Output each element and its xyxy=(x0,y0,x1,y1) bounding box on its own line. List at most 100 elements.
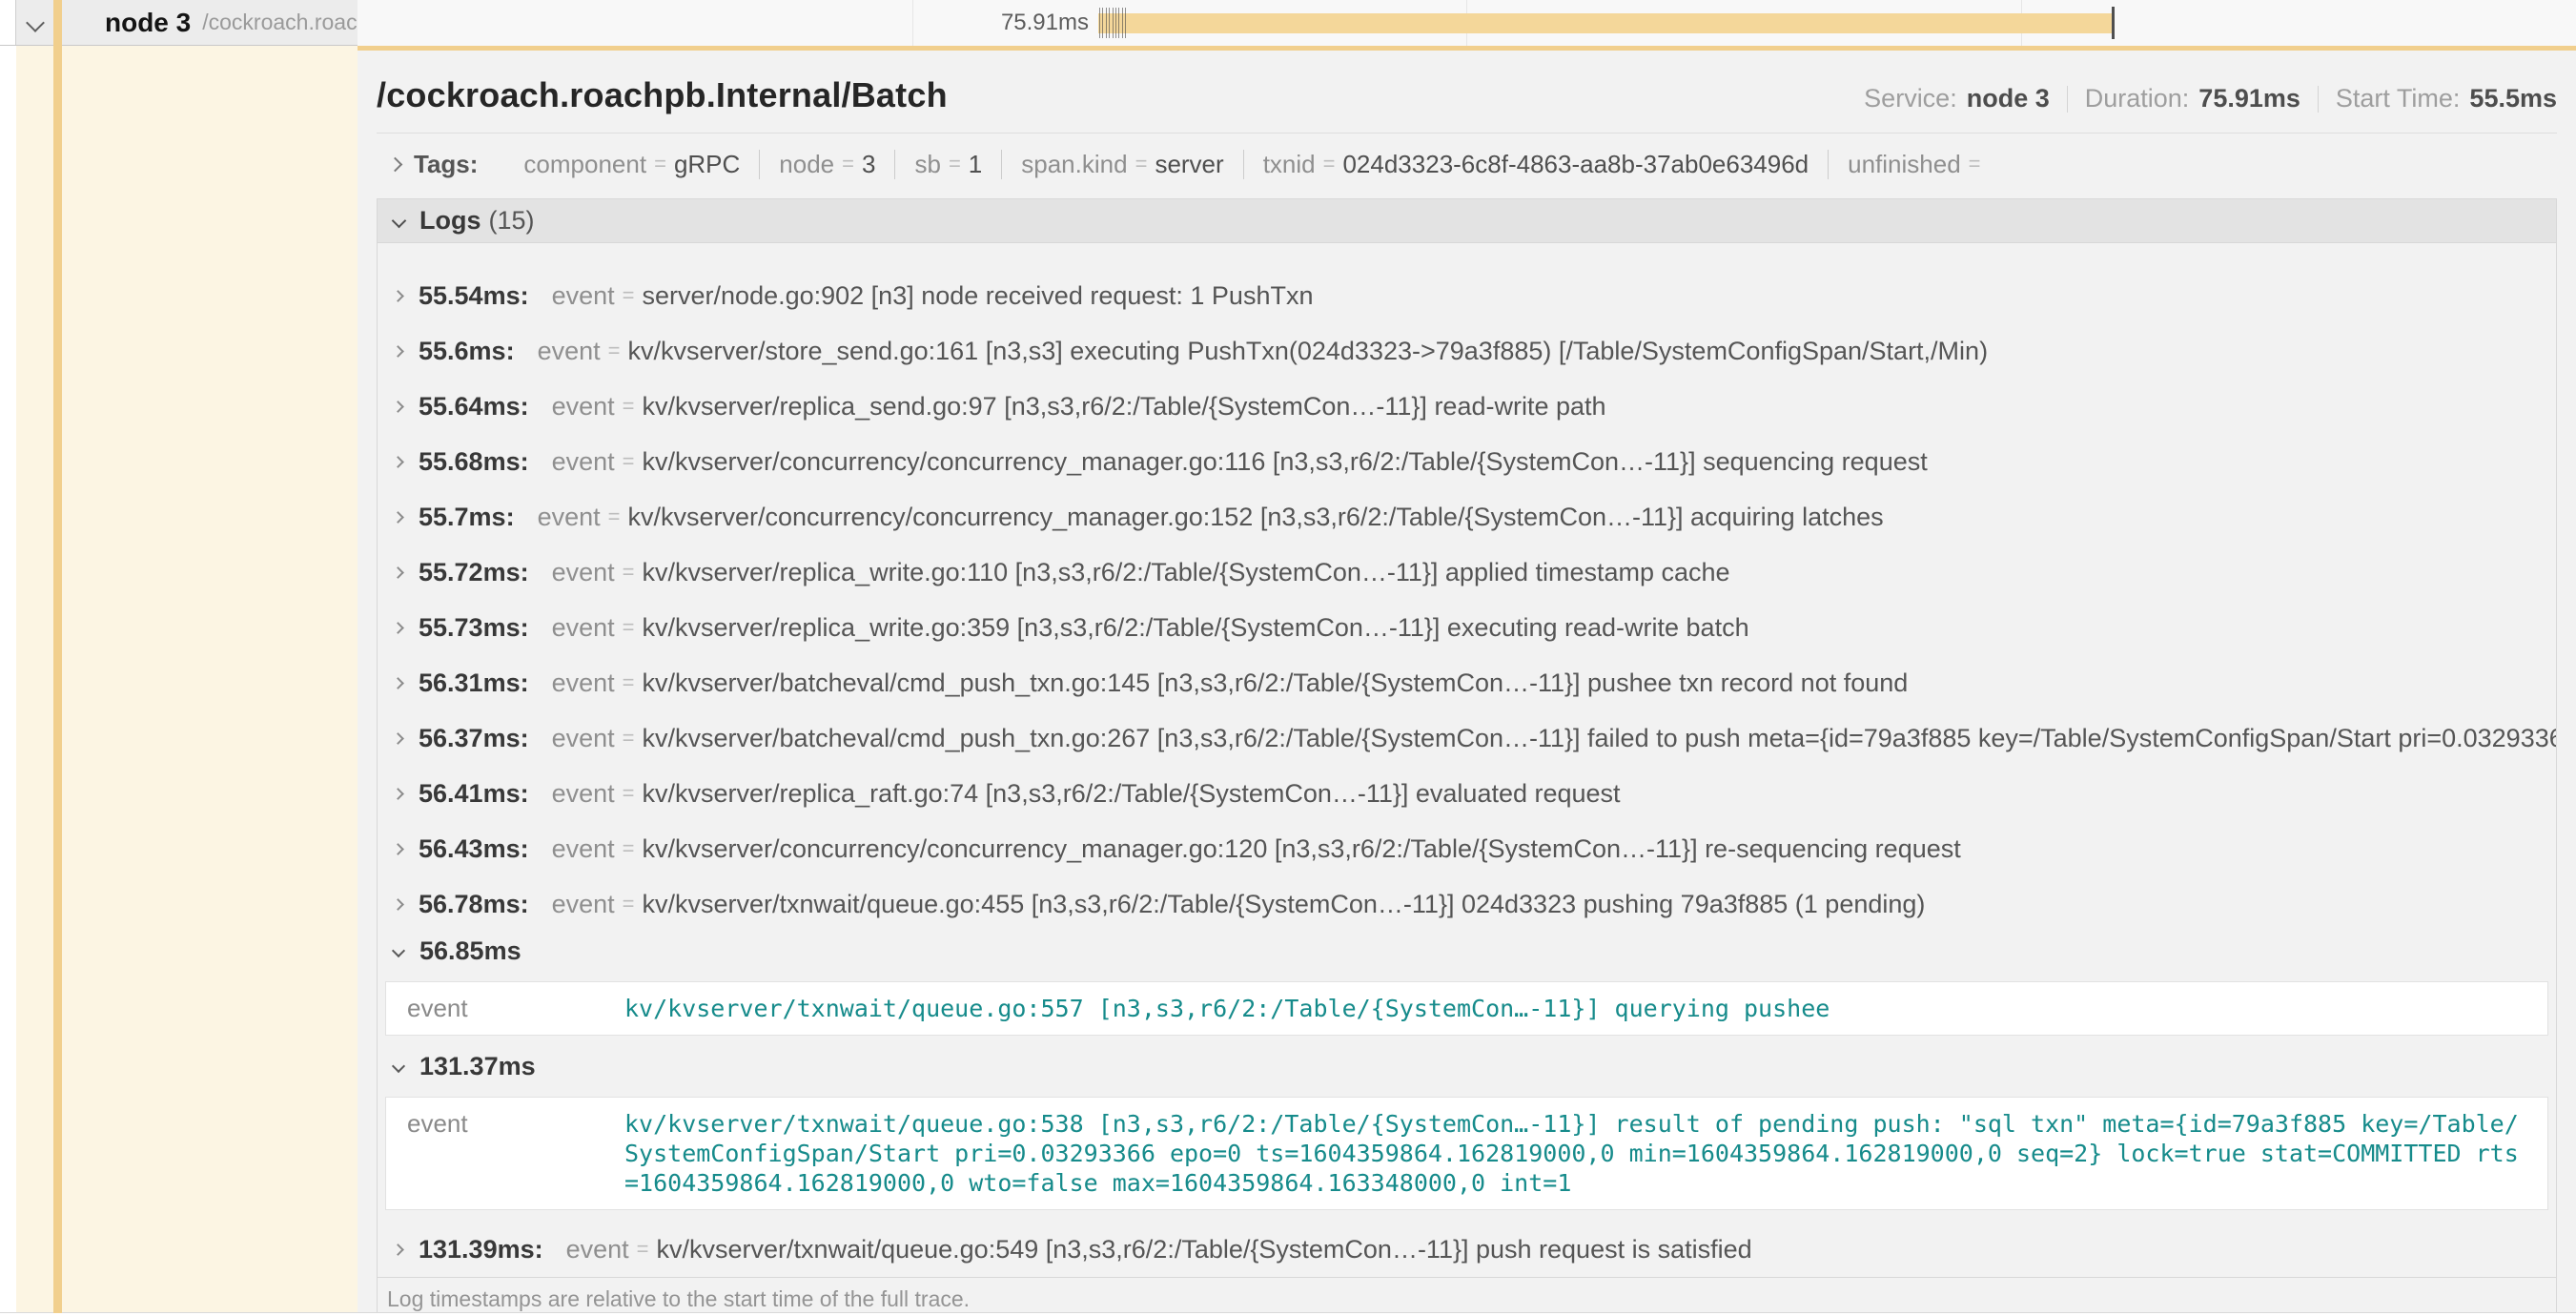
chevron-down-icon[interactable] xyxy=(392,1059,405,1073)
log-key-value-table: eventkv/kvserver/txnwait/queue.go:538 [n… xyxy=(385,1097,2548,1210)
log-tick-marker xyxy=(1106,8,1107,38)
service-value: node 3 xyxy=(1967,84,2050,113)
chevron-down-icon[interactable] xyxy=(392,214,407,229)
equals-sign: = xyxy=(623,670,635,695)
log-timestamp: 55.64ms: xyxy=(419,392,529,422)
log-field-key: event xyxy=(538,337,601,366)
log-field-value: server/node.go:902 [n3] node received re… xyxy=(643,281,1314,311)
log-field-key: event xyxy=(552,558,615,587)
chevron-right-icon[interactable] xyxy=(392,401,404,413)
equals-sign: = xyxy=(623,283,635,308)
tag-key: component xyxy=(523,150,646,179)
equals-sign: = xyxy=(623,449,635,474)
key-value-key: event xyxy=(386,1098,624,1209)
log-entry-row[interactable]: 55.73ms:event=kv/kvserver/replica_write.… xyxy=(378,600,2556,655)
chevron-right-icon[interactable] xyxy=(392,843,404,855)
log-field-key: event xyxy=(552,779,615,809)
log-field-value: kv/kvserver/concurrency/concurrency_mana… xyxy=(643,834,1961,864)
log-entry-row[interactable]: 56.31ms:event=kv/kvserver/batcheval/cmd_… xyxy=(378,655,2556,710)
detail-header: /cockroach.roachpb.Internal/Batch Servic… xyxy=(377,75,2557,115)
span-operation-title: /cockroach.roachpb.Internal/Batch xyxy=(377,75,948,115)
span-name-cell[interactable]: node 3 /cockroach.roach… xyxy=(16,0,358,45)
log-entry-row[interactable]: 55.7ms:event=kv/kvserver/concurrency/con… xyxy=(378,489,2556,545)
log-field-key: event xyxy=(552,834,615,864)
meta-divider xyxy=(2318,86,2319,113)
tag-item: txnid=024d3323-6c8f-4863-aa8b-37ab0e6349… xyxy=(1244,150,1829,179)
chevron-right-icon[interactable] xyxy=(392,677,404,689)
log-entry-row[interactable]: 55.72ms:event=kv/kvserver/replica_write.… xyxy=(378,545,2556,600)
span-end-log-marker xyxy=(2112,7,2115,39)
span-meta: Service: node 3 Duration: 75.91ms Start … xyxy=(1864,84,2557,113)
logs-footer-note: Log timestamps are relative to the start… xyxy=(378,1277,2556,1312)
tag-item: component=gRPC xyxy=(504,150,760,179)
equals-sign: = xyxy=(623,615,635,640)
log-field-key: event xyxy=(552,890,615,919)
span-duration-bar[interactable] xyxy=(1098,13,2115,33)
log-entry-row[interactable]: 56.41ms:event=kv/kvserver/replica_raft.g… xyxy=(378,766,2556,821)
log-entry-row[interactable]: 55.54ms:event=server/node.go:902 [n3] no… xyxy=(378,268,2556,323)
log-tick-marker xyxy=(1113,8,1114,38)
equals-sign: = xyxy=(623,781,635,806)
log-timestamp: 55.73ms: xyxy=(419,613,529,643)
logs-header[interactable]: Logs (15) xyxy=(378,199,2556,243)
log-entry-row-expanded[interactable]: 56.85ms xyxy=(378,932,2556,970)
meta-divider xyxy=(2067,86,2068,113)
chevron-down-icon[interactable] xyxy=(392,944,405,957)
log-field-value: kv/kvserver/replica_send.go:97 [n3,s3,r6… xyxy=(643,392,1606,422)
tags-label: Tags: xyxy=(414,150,478,179)
tag-item: sb=1 xyxy=(895,150,1002,179)
log-entry-row[interactable]: 55.64ms:event=kv/kvserver/replica_send.g… xyxy=(378,379,2556,434)
log-tick-marker xyxy=(1118,8,1119,38)
log-field-value: kv/kvserver/store_send.go:161 [n3,s3] ex… xyxy=(628,337,1989,366)
span-service-name: node 3 xyxy=(105,8,191,38)
tag-value: 024d3323-6c8f-4863-aa8b-37ab0e63496d xyxy=(1342,150,1809,179)
log-field-value: kv/kvserver/replica_raft.go:74 [n3,s3,r6… xyxy=(643,779,1621,809)
duration-value: 75.91ms xyxy=(2198,84,2300,113)
equals-sign: = xyxy=(1135,152,1148,176)
equals-sign: = xyxy=(1323,152,1336,176)
header-divider xyxy=(377,133,2557,134)
log-entry-row[interactable]: 55.6ms:event=kv/kvserver/store_send.go:1… xyxy=(378,323,2556,379)
log-timestamp: 56.31ms: xyxy=(419,668,529,698)
tags-accordian[interactable]: Tags: component=gRPCnode=3sb=1span.kind=… xyxy=(377,145,2557,183)
span-duration-label: 75.91ms xyxy=(1001,10,1089,36)
log-entry-row[interactable]: 55.68ms:event=kv/kvserver/concurrency/co… xyxy=(378,434,2556,489)
log-field-value: kv/kvserver/replica_write.go:110 [n3,s3,… xyxy=(643,558,1730,587)
equals-sign: = xyxy=(623,892,635,916)
chevron-right-icon[interactable] xyxy=(388,156,403,172)
span-row: node 3 /cockroach.roach… 75.91ms xyxy=(0,0,2576,46)
log-entry-row[interactable]: 56.78ms:event=kv/kvserver/txnwait/queue.… xyxy=(378,876,2556,932)
log-tick-marker xyxy=(1109,8,1110,38)
log-field-value: kv/kvserver/concurrency/concurrency_mana… xyxy=(628,503,1884,532)
log-field-key: event xyxy=(552,281,615,311)
tag-value: 3 xyxy=(862,150,875,179)
equals-sign: = xyxy=(1969,152,1981,176)
start-time-value: 55.5ms xyxy=(2469,84,2557,113)
log-timestamp: 131.37ms xyxy=(419,1052,536,1081)
duration-label: Duration: xyxy=(2085,84,2190,113)
tag-value: server xyxy=(1155,150,1223,179)
chevron-right-icon[interactable] xyxy=(392,732,404,745)
tag-value: gRPC xyxy=(674,150,740,179)
equals-sign: = xyxy=(637,1237,649,1262)
log-entry-row[interactable]: 56.37ms:event=kv/kvserver/batcheval/cmd_… xyxy=(378,710,2556,766)
chevron-right-icon[interactable] xyxy=(392,290,404,302)
log-entry-row-expanded[interactable]: 131.37ms xyxy=(378,1047,2556,1085)
log-field-key: event xyxy=(566,1235,629,1265)
chevron-right-icon[interactable] xyxy=(392,456,404,468)
chevron-right-icon[interactable] xyxy=(392,345,404,358)
chevron-right-icon[interactable] xyxy=(392,622,404,634)
chevron-right-icon[interactable] xyxy=(392,1244,404,1256)
span-indent-column xyxy=(16,46,358,1312)
chevron-right-icon[interactable] xyxy=(392,788,404,800)
log-entry-row[interactable]: 131.39ms:event=kv/kvserver/txnwait/queue… xyxy=(378,1222,2556,1277)
chevron-right-icon[interactable] xyxy=(392,898,404,911)
chevron-down-icon[interactable] xyxy=(26,13,45,32)
log-entry-row[interactable]: 56.43ms:event=kv/kvserver/concurrency/co… xyxy=(378,821,2556,876)
log-field-key: event xyxy=(552,668,615,698)
log-tick-marker xyxy=(1102,8,1103,38)
tag-item: span.kind=server xyxy=(1002,150,1243,179)
chevron-right-icon[interactable] xyxy=(392,511,404,524)
equals-sign: = xyxy=(949,152,961,176)
chevron-right-icon[interactable] xyxy=(392,566,404,579)
